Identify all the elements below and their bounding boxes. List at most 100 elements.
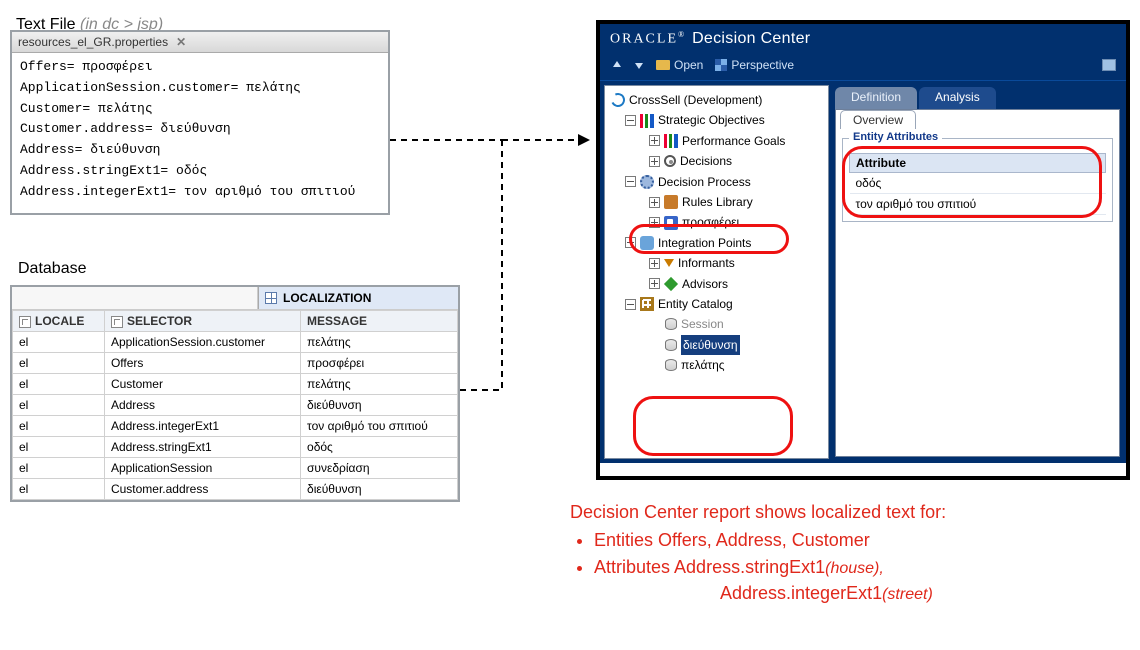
cell-locale: el	[13, 416, 105, 437]
textfile-line: Offers= προσφέρει	[20, 59, 153, 74]
cell-message: τον αριθμό του σπιτιού	[301, 416, 458, 437]
table-row[interactable]: elAddress.stringExt1οδός	[13, 437, 458, 458]
expand-icon[interactable]	[649, 135, 660, 146]
tree-informants-label: Informants	[678, 253, 735, 273]
col-message[interactable]: MESSAGE	[301, 311, 458, 332]
expand-icon[interactable]	[649, 217, 660, 228]
close-icon[interactable]: ✕	[176, 35, 186, 49]
cell-message: διεύθυνση	[301, 479, 458, 500]
collapse-icon[interactable]	[625, 299, 636, 310]
tree-session[interactable]: Session	[607, 314, 826, 334]
open-button[interactable]: Open	[656, 58, 703, 72]
flow-arrow-textfile	[390, 120, 600, 160]
perspective-button[interactable]: Perspective	[715, 58, 794, 72]
tree-perf-label: Performance Goals	[682, 131, 785, 151]
tree-informants[interactable]: Informants	[607, 253, 826, 273]
dc-panel: Overview Entity Attributes Attribute οδό…	[835, 109, 1120, 457]
tree-strategic-label: Strategic Objectives	[658, 110, 765, 130]
tree-session-label: Session	[681, 314, 724, 334]
expand-icon[interactable]	[649, 278, 660, 289]
table-row[interactable]: elCustomer.addressδιεύθυνση	[13, 479, 458, 500]
nav-down-button[interactable]	[634, 60, 644, 70]
annotation-b3-main: Address.integerExt1	[720, 583, 882, 603]
cell-selector: Offers	[104, 353, 300, 374]
cell-selector: Address.integerExt1	[104, 416, 300, 437]
cell-locale: el	[13, 437, 105, 458]
cell-message: συνεδρίαση	[301, 458, 458, 479]
tree-offers-label: προσφέρει	[682, 212, 739, 232]
table-row[interactable]: elCustomerπελάτης	[13, 374, 458, 395]
folder-open-icon	[656, 60, 670, 70]
gear-icon	[640, 175, 654, 189]
expand-icon[interactable]	[649, 258, 660, 269]
expand-icon[interactable]	[649, 197, 660, 208]
subtab-overview[interactable]: Overview	[840, 110, 916, 129]
tree-root[interactable]: CrossSell (Development)	[607, 90, 826, 110]
attr-cell: τον αριθμό του σπιτιού	[850, 194, 1106, 215]
tree-strategic[interactable]: Strategic Objectives	[607, 110, 826, 130]
oracle-logo: ORACLE®	[610, 30, 686, 48]
cell-selector: Customer.address	[104, 479, 300, 500]
attr-cell: οδός	[850, 173, 1106, 194]
table-row[interactable]: elAddressδιεύθυνση	[13, 395, 458, 416]
collapse-icon[interactable]	[625, 176, 636, 187]
tree-decisions[interactable]: Decisions	[607, 151, 826, 171]
tree-address[interactable]: διεύθυνση	[607, 335, 826, 355]
perspective-label: Perspective	[731, 58, 794, 72]
dc-tree[interactable]: CrossSell (Development) Strategic Object…	[604, 85, 829, 459]
textfile-tab-name: resources_el_GR.properties	[18, 35, 168, 49]
textfile-tab[interactable]: resources_el_GR.properties ✕	[12, 32, 388, 53]
cell-locale: el	[13, 353, 105, 374]
table-row[interactable]: elAddress.integerExt1τον αριθμό του σπιτ…	[13, 416, 458, 437]
table-row[interactable]: elApplicationSession.customerπελάτης	[13, 332, 458, 353]
tree-integration[interactable]: Integration Points	[607, 233, 826, 253]
folder-icon	[664, 216, 678, 230]
tree-perf[interactable]: Performance Goals	[607, 131, 826, 151]
dc-body: CrossSell (Development) Strategic Object…	[600, 81, 1126, 463]
col-selector-label: SELECTOR	[127, 314, 192, 328]
attr-header[interactable]: Attribute	[850, 154, 1106, 173]
tree-catalog[interactable]: Entity Catalog	[607, 294, 826, 314]
database-heading: Database	[18, 260, 87, 278]
tree-process[interactable]: Decision Process	[607, 172, 826, 192]
tree-advisors[interactable]: Advisors	[607, 274, 826, 294]
annotation-b2-ital: (house),	[825, 560, 884, 577]
cell-selector: ApplicationSession.customer	[104, 332, 300, 353]
col-locale[interactable]: LOCALE	[13, 311, 105, 332]
cell-locale: el	[13, 332, 105, 353]
table-row[interactable]: τον αριθμό του σπιτιού	[850, 194, 1106, 215]
db-icon	[665, 339, 677, 351]
table-header-row: LOCALE SELECTOR MESSAGE	[13, 311, 458, 332]
target-icon	[664, 155, 676, 167]
db-icon	[665, 359, 677, 371]
tree-decisions-label: Decisions	[680, 151, 732, 171]
tree-integration-label: Integration Points	[658, 233, 751, 253]
entity-attributes-group: Entity Attributes Attribute οδός τον αρι…	[842, 138, 1113, 222]
textfile-line: Address.stringExt1= οδός	[20, 163, 207, 178]
tree-address-label: διεύθυνση	[681, 335, 740, 355]
cell-message: πελάτης	[301, 374, 458, 395]
tree-offers[interactable]: προσφέρει	[607, 212, 826, 232]
print-button[interactable]	[1102, 59, 1116, 71]
collapse-icon[interactable]	[625, 237, 636, 248]
table-row[interactable]: elApplicationSessionσυνεδρίαση	[13, 458, 458, 479]
tab-definition[interactable]: Definition	[835, 87, 917, 109]
expand-icon[interactable]	[649, 156, 660, 167]
col-selector[interactable]: SELECTOR	[104, 311, 300, 332]
table-row[interactable]: elOffersπροσφέρει	[13, 353, 458, 374]
dc-right-pane: Definition Analysis Overview Entity Attr…	[829, 81, 1126, 463]
collapse-icon[interactable]	[625, 115, 636, 126]
tree-rules[interactable]: Rules Library	[607, 192, 826, 212]
perspective-icon	[715, 59, 727, 71]
table-row[interactable]: οδός	[850, 173, 1106, 194]
decision-center-window: ORACLE® Decision Center Open Perspective…	[596, 20, 1130, 480]
cell-locale: el	[13, 458, 105, 479]
cell-locale: el	[13, 479, 105, 500]
attributes-table: Attribute οδός τον αριθμό του σπιτιού	[849, 153, 1106, 215]
down-arrow-icon	[664, 259, 674, 267]
tab-analysis[interactable]: Analysis	[919, 87, 996, 109]
diamond-icon	[664, 277, 678, 291]
nav-up-button[interactable]	[612, 60, 622, 70]
textfile-editor: resources_el_GR.properties ✕ Offers= προ…	[10, 30, 390, 215]
tree-customer[interactable]: πελάτης	[607, 355, 826, 375]
